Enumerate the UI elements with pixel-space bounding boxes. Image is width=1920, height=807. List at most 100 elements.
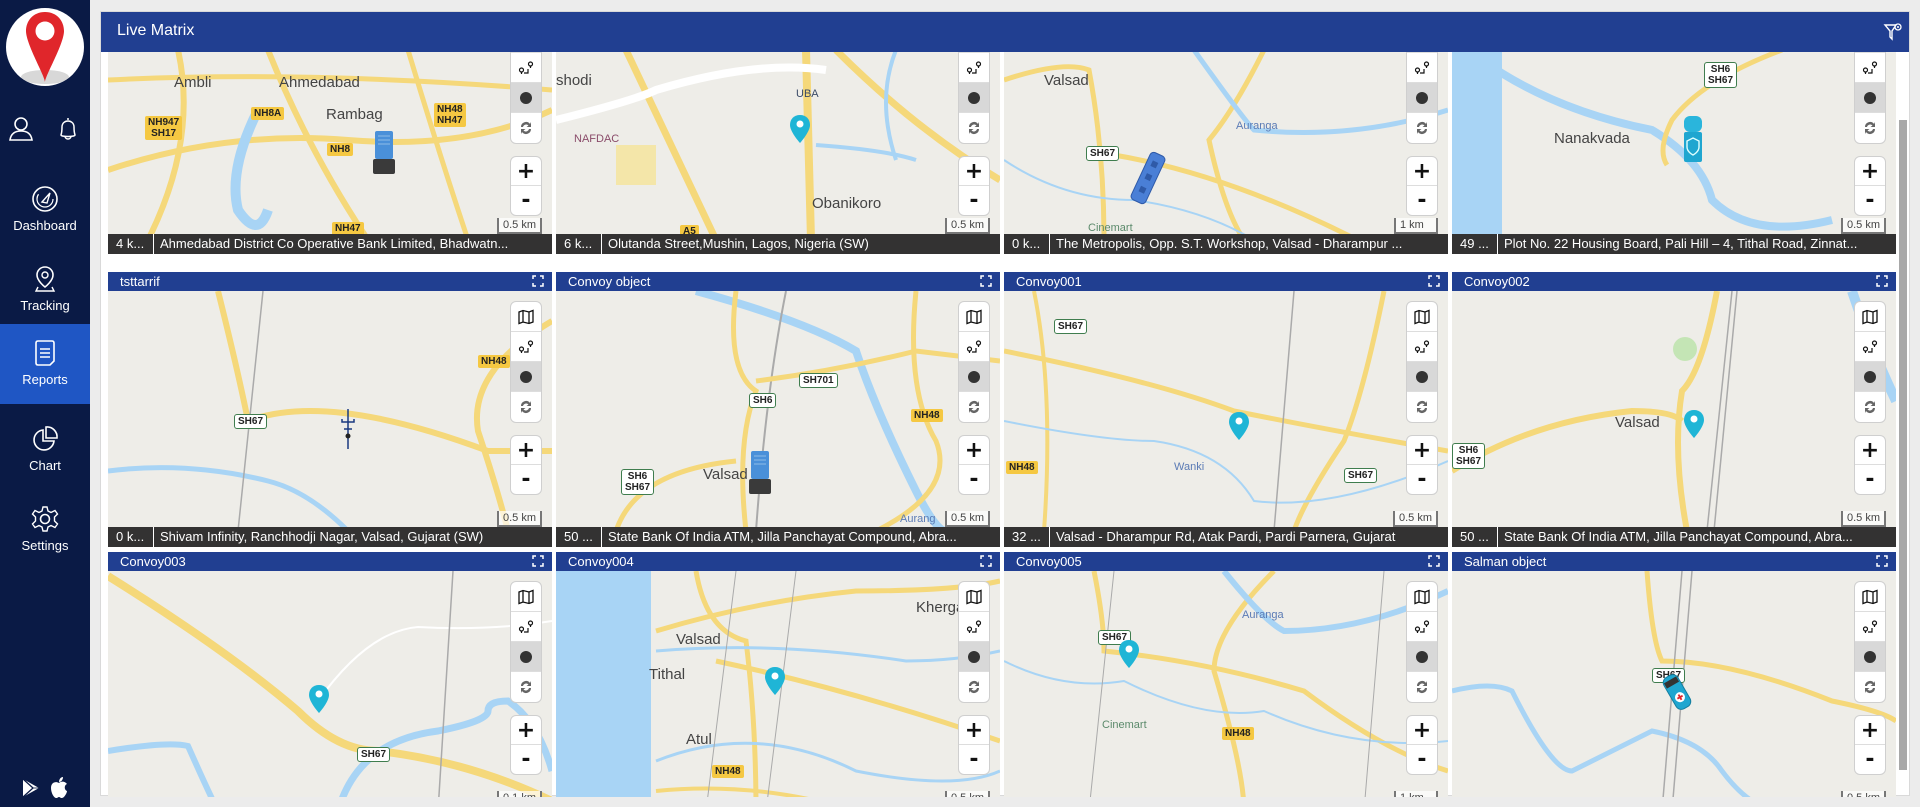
zoom-in-button[interactable]: +	[511, 716, 541, 745]
zoom-in-button[interactable]: +	[1407, 716, 1437, 745]
zoom-in-button[interactable]: +	[959, 716, 989, 745]
route-icon[interactable]	[1855, 612, 1885, 642]
bell-icon[interactable]	[53, 114, 83, 144]
zoom-in-button[interactable]: +	[511, 157, 541, 186]
expand-icon[interactable]	[532, 555, 544, 567]
vehicle-marker-pin[interactable]	[764, 666, 786, 700]
route-icon[interactable]	[1407, 612, 1437, 642]
expand-icon[interactable]	[532, 275, 544, 287]
refresh-icon[interactable]	[511, 113, 541, 143]
map-view[interactable]: SH67+-0.5 km	[1452, 571, 1896, 797]
route-icon[interactable]	[1855, 53, 1885, 83]
route-icon[interactable]	[511, 332, 541, 362]
app-logo[interactable]	[6, 8, 84, 86]
map-layers-icon[interactable]	[511, 302, 541, 332]
zoom-in-button[interactable]: +	[1407, 436, 1437, 465]
record-dot-icon[interactable]	[959, 642, 989, 672]
record-dot-icon[interactable]	[1407, 362, 1437, 392]
route-icon[interactable]	[959, 53, 989, 83]
map-view[interactable]: AurangaCinemartSH67NH48+-1 km	[1004, 571, 1448, 797]
zoom-out-button[interactable]: -	[1855, 186, 1885, 215]
map-view[interactable]: SH67 +- 0.1 km	[108, 571, 552, 797]
zoom-out-button[interactable]: -	[1407, 745, 1437, 774]
route-icon[interactable]	[959, 332, 989, 362]
record-dot-icon[interactable]	[1407, 83, 1437, 113]
refresh-icon[interactable]	[1855, 672, 1885, 702]
zoom-out-button[interactable]: -	[1407, 465, 1437, 494]
vehicle-marker-pin[interactable]	[1118, 639, 1140, 673]
vehicle-marker-ambulance[interactable]	[1660, 672, 1694, 716]
zoom-in-button[interactable]: +	[959, 157, 989, 186]
vehicle-marker-truck[interactable]	[371, 131, 397, 179]
map-layers-icon[interactable]	[1407, 302, 1437, 332]
map-view[interactable]: shodi Obanikoro NAFDAC UBA A5 + - 0.5 km	[556, 52, 1000, 234]
map-view[interactable]: Valsad SH6 SH67 + - 0.5 km	[1452, 291, 1896, 527]
route-icon[interactable]	[1407, 53, 1437, 83]
refresh-icon[interactable]	[959, 392, 989, 422]
record-dot-icon[interactable]	[511, 83, 541, 113]
record-dot-icon[interactable]	[1855, 362, 1885, 392]
zoom-out-button[interactable]: -	[511, 186, 541, 215]
zoom-out-button[interactable]: -	[511, 465, 541, 494]
expand-icon[interactable]	[1876, 555, 1888, 567]
vehicle-marker-pin[interactable]	[308, 684, 330, 718]
expand-icon[interactable]	[980, 555, 992, 567]
map-view[interactable]: Nanakvada SH6 SH67 + - 0.5 km	[1452, 52, 1896, 234]
zoom-out-button[interactable]: -	[1855, 465, 1885, 494]
google-play-icon[interactable]	[20, 777, 42, 799]
map-layers-icon[interactable]	[959, 582, 989, 612]
vehicle-marker-aircraft[interactable]	[341, 409, 355, 453]
record-dot-icon[interactable]	[1855, 83, 1885, 113]
vehicle-marker-pin[interactable]	[1683, 409, 1705, 443]
refresh-icon[interactable]	[1855, 392, 1885, 422]
refresh-icon[interactable]	[959, 113, 989, 143]
refresh-icon[interactable]	[511, 392, 541, 422]
vehicle-marker-security-van[interactable]	[1682, 114, 1704, 168]
expand-icon[interactable]	[1428, 555, 1440, 567]
zoom-out-button[interactable]: -	[1407, 186, 1437, 215]
expand-icon[interactable]	[980, 275, 992, 287]
filter-settings-icon[interactable]	[1883, 22, 1903, 42]
map-layers-icon[interactable]	[959, 302, 989, 332]
refresh-icon[interactable]	[959, 672, 989, 702]
map-layers-icon[interactable]	[1407, 582, 1437, 612]
route-icon[interactable]	[1407, 332, 1437, 362]
expand-icon[interactable]	[1428, 275, 1440, 287]
map-view[interactable]: Valsad Auranga Cinemart SH67 + - 1 km	[1004, 52, 1448, 234]
map-layers-icon[interactable]	[1855, 302, 1885, 332]
record-dot-icon[interactable]	[959, 362, 989, 392]
zoom-out-button[interactable]: -	[1855, 745, 1885, 774]
sidebar-item-tracking[interactable]: Tracking	[0, 250, 90, 330]
zoom-out-button[interactable]: -	[959, 465, 989, 494]
vehicle-marker-pin[interactable]	[789, 114, 811, 148]
vehicle-marker-truck[interactable]	[747, 451, 773, 499]
sidebar-item-dashboard[interactable]: Dashboard	[0, 170, 90, 250]
zoom-in-button[interactable]: +	[1855, 436, 1885, 465]
route-icon[interactable]	[511, 612, 541, 642]
map-view[interactable]: ValsadTithalAtulKhergarNH48+-0.5 km	[556, 571, 1000, 797]
record-dot-icon[interactable]	[511, 362, 541, 392]
refresh-icon[interactable]	[1407, 392, 1437, 422]
record-dot-icon[interactable]	[511, 642, 541, 672]
sidebar-item-reports[interactable]: Reports	[0, 324, 90, 404]
vehicle-marker-bus[interactable]	[1128, 150, 1168, 210]
map-layers-icon[interactable]	[1855, 582, 1885, 612]
map-view[interactable]: Valsad Aurang SH6 SH701 NH48 SH6 SH67 + - 0.5 km	[556, 291, 1000, 527]
zoom-out-button[interactable]: -	[959, 745, 989, 774]
user-icon[interactable]	[6, 114, 36, 144]
record-dot-icon[interactable]	[1855, 642, 1885, 672]
zoom-out-button[interactable]: -	[959, 186, 989, 215]
zoom-in-button[interactable]: +	[1855, 157, 1885, 186]
route-icon[interactable]	[1855, 332, 1885, 362]
refresh-icon[interactable]	[511, 672, 541, 702]
map-view[interactable]: SH67 NH48 + - 0.5 km	[108, 291, 552, 527]
vertical-scrollbar[interactable]	[1899, 120, 1907, 770]
refresh-icon[interactable]	[1407, 672, 1437, 702]
vehicle-marker-pin[interactable]	[1228, 411, 1250, 445]
map-layers-icon[interactable]	[511, 582, 541, 612]
zoom-out-button[interactable]: -	[511, 745, 541, 774]
apple-icon[interactable]	[48, 776, 70, 800]
route-icon[interactable]	[959, 612, 989, 642]
record-dot-icon[interactable]	[959, 83, 989, 113]
refresh-icon[interactable]	[1855, 113, 1885, 143]
